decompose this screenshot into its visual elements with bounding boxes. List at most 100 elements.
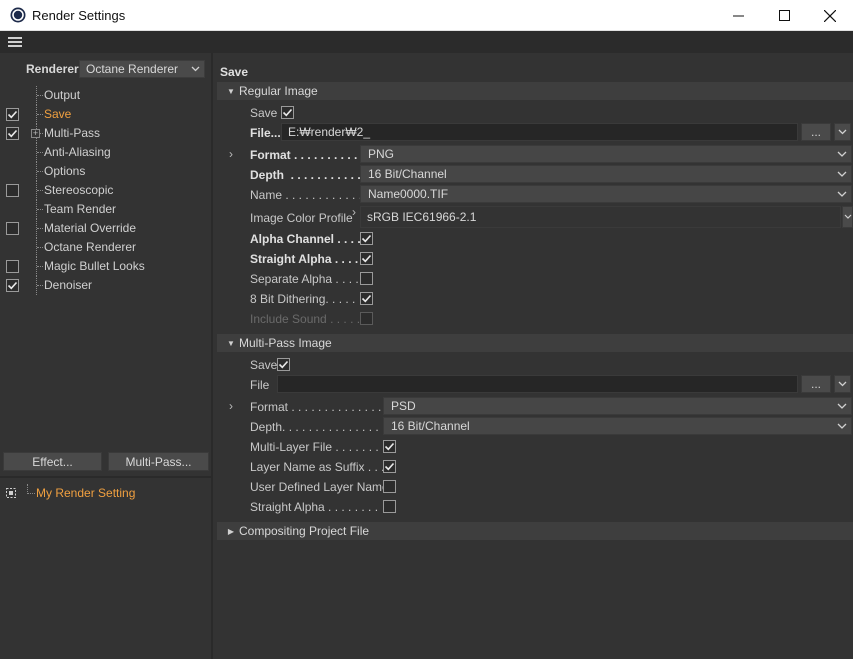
multipass-file-menu-button[interactable] [834, 375, 851, 393]
expand-plus-icon[interactable]: + [31, 129, 40, 138]
multipass-image-header[interactable]: ▼ Multi-Pass Image [217, 334, 853, 352]
tree-item-label: Octane Renderer [44, 240, 137, 254]
regular-file-input[interactable]: E:₩render₩2_ [281, 123, 798, 141]
tree-item-label: Save [44, 107, 72, 121]
maximize-icon [778, 10, 790, 21]
tree-item[interactable]: Octane Renderer [0, 238, 213, 257]
regular-name-label: Name . . . . . . . . . . . . [250, 188, 363, 202]
regular-sound-checkbox [360, 312, 373, 325]
multipass-save-checkbox[interactable] [277, 358, 290, 371]
multipass-multilayer-row: Multi-Layer File . . . . . . . [215, 436, 853, 456]
tree-item[interactable]: + Multi-Pass [0, 124, 213, 143]
maximize-button[interactable] [761, 0, 807, 31]
multipass-straight-row: Straight Alpha . . . . . . . . [215, 496, 853, 516]
renderer-select[interactable]: Octane Renderer [79, 60, 205, 78]
effect-button[interactable]: Effect... [3, 452, 102, 471]
menu-bar [0, 31, 853, 53]
chevron-down-icon [837, 151, 847, 157]
chevron-down-icon [837, 171, 847, 177]
tree-item[interactable]: Options [0, 162, 213, 181]
multipass-file-row: File ... [215, 374, 853, 394]
tree-item-checkbox[interactable] [6, 279, 19, 292]
tree-item[interactable]: Material Override [0, 219, 213, 238]
render-setting-item[interactable]: My Render Setting [0, 484, 211, 502]
tree-item-checkbox[interactable] [6, 260, 19, 273]
checkmark-icon [282, 108, 293, 117]
chevron-down-icon [844, 214, 851, 219]
minimize-button[interactable] [715, 0, 761, 31]
collapse-triangle-icon: ▼ [227, 338, 235, 348]
multipass-file-browse-button[interactable]: ... [801, 375, 831, 393]
regular-separate-checkbox[interactable] [360, 272, 373, 285]
regular-save-checkbox[interactable] [281, 106, 294, 119]
multipass-button[interactable]: Multi-Pass... [108, 452, 209, 471]
regular-profile-menu-button[interactable] [842, 206, 853, 228]
regular-file-browse-button[interactable]: ... [801, 123, 831, 141]
window-title: Render Settings [32, 7, 126, 23]
renderer-value: Octane Renderer [86, 62, 179, 76]
regular-save-label: Save [250, 106, 278, 120]
expand-arrow-icon[interactable]: › [229, 147, 233, 161]
chevron-down-icon [838, 381, 847, 387]
tree-item[interactable]: Stereoscopic [0, 181, 213, 200]
multipass-multilayer-checkbox[interactable] [383, 440, 396, 453]
regular-dither-label: 8 Bit Dithering. . . . . [250, 292, 356, 306]
regular-straight-row: Straight Alpha . . . . [215, 248, 853, 268]
hamburger-menu-icon[interactable] [8, 37, 22, 47]
regular-depth-value: 16 Bit/Channel [368, 167, 447, 181]
regular-profile-field[interactable]: sRGB IEC61966-2.1 [360, 206, 841, 228]
render-settings-list: My Render Setting [0, 476, 211, 659]
multipass-file-input[interactable] [277, 375, 798, 393]
regular-image-header[interactable]: ▼ Regular Image [217, 82, 853, 100]
regular-alpha-row: Alpha Channel . . . . [215, 228, 853, 248]
tree-item[interactable]: Team Render [0, 200, 213, 219]
multipass-image-title: Multi-Pass Image [239, 336, 332, 350]
compositing-header[interactable]: ▶ Compositing Project File [217, 522, 853, 540]
regular-format-value: PNG [368, 147, 395, 161]
tree-item-checkbox[interactable] [6, 127, 19, 140]
tree-item[interactable]: Anti-Aliasing [0, 143, 213, 162]
regular-sound-row: Include Sound . . . . . [215, 308, 853, 328]
expand-arrow-icon[interactable]: › [229, 399, 233, 413]
multipass-userdef-row: User Defined Layer Name [215, 476, 853, 496]
minimize-icon [732, 15, 744, 17]
multipass-format-dropdown[interactable]: PSD [383, 397, 852, 415]
tree-item-label: Material Override [44, 221, 137, 235]
checkmark-icon [7, 129, 18, 138]
regular-file-label[interactable]: File... [250, 126, 281, 140]
multipass-suffix-checkbox[interactable] [383, 460, 396, 473]
close-icon [824, 9, 836, 22]
regular-name-row: Name . . . . . . . . . . . . Name0000.TI… [215, 184, 853, 204]
regular-alpha-checkbox[interactable] [360, 232, 373, 245]
tree-item-checkbox[interactable] [6, 222, 19, 235]
tree-item[interactable]: Output [0, 86, 213, 105]
render-setting-icon [6, 487, 16, 501]
regular-file-menu-button[interactable] [834, 123, 851, 141]
multipass-straight-checkbox[interactable] [383, 500, 396, 513]
right-pane: Save ▼ Regular Image Save File... E:₩ren… [215, 53, 853, 659]
tree-item-label: Multi-Pass [44, 126, 101, 140]
multipass-userdef-checkbox[interactable] [383, 480, 396, 493]
tree-item[interactable]: Denoiser [0, 276, 213, 295]
tree-item[interactable]: Save [0, 105, 213, 124]
tree-item[interactable]: Magic Bullet Looks [0, 257, 213, 276]
regular-depth-label: Depth . . . . . . . . . . . [250, 168, 361, 182]
renderer-label: Renderer [26, 62, 79, 76]
regular-name-value: Name0000.TIF [368, 187, 449, 201]
regular-format-dropdown[interactable]: PNG [360, 145, 852, 163]
tree-item-checkbox[interactable] [6, 184, 19, 197]
regular-depth-dropdown[interactable]: 16 Bit/Channel [360, 165, 852, 183]
chevron-down-icon [191, 66, 200, 72]
chevron-down-icon [837, 403, 847, 409]
multipass-depth-dropdown[interactable]: 16 Bit/Channel [383, 417, 852, 435]
tree-item-checkbox[interactable] [6, 108, 19, 121]
regular-name-dropdown[interactable]: Name0000.TIF [360, 185, 852, 203]
regular-dither-checkbox[interactable] [360, 292, 373, 305]
multipass-multilayer-label: Multi-Layer File . . . . . . . [250, 440, 379, 454]
expand-triangle-icon: ▶ [227, 526, 235, 536]
close-button[interactable] [807, 0, 853, 31]
profile-arrow-icon[interactable]: › [352, 205, 356, 219]
regular-straight-checkbox[interactable] [360, 252, 373, 265]
compositing-title: Compositing Project File [239, 524, 370, 538]
collapse-triangle-icon: ▼ [227, 86, 235, 96]
